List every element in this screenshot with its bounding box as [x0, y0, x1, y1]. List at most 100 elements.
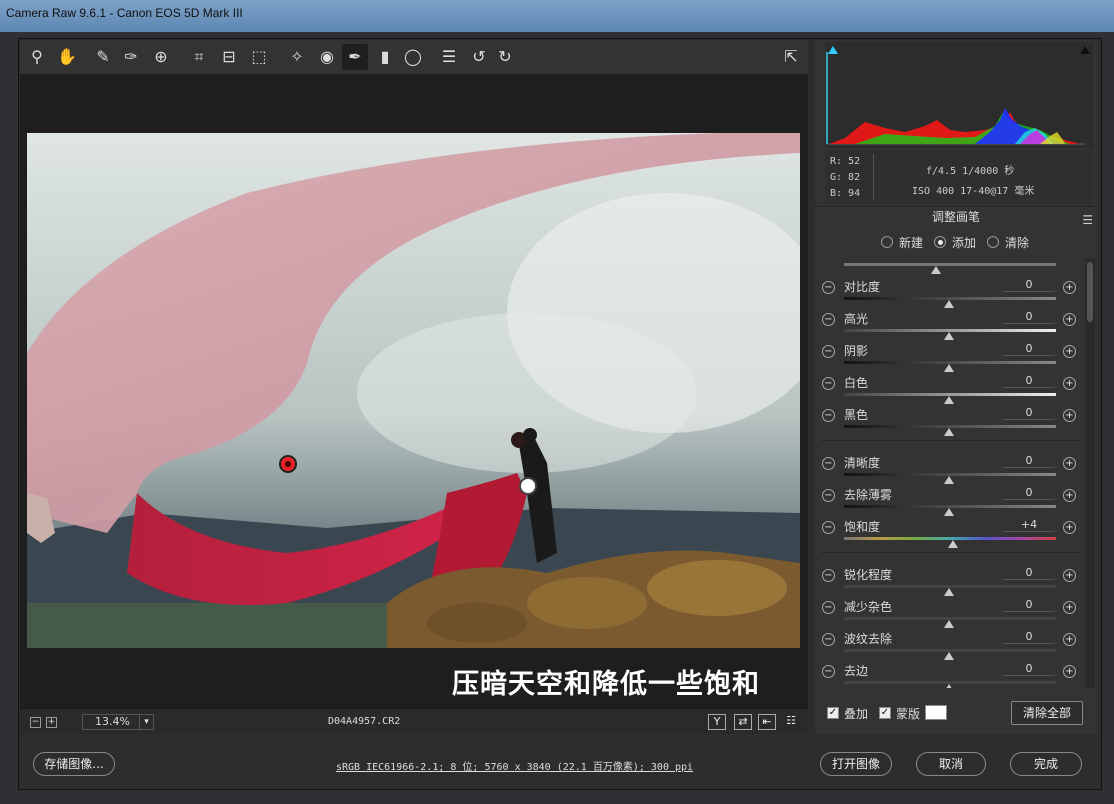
slider-knob[interactable] — [944, 428, 954, 436]
zoom-icon[interactable]: ⚲ — [24, 44, 50, 70]
toggle-settings-icon[interactable]: ☷ — [782, 714, 800, 730]
decrease-button[interactable]: − — [822, 521, 835, 534]
slider-value[interactable]: 0 — [1003, 406, 1055, 420]
increase-button[interactable]: + — [1063, 633, 1076, 646]
before-after-icon[interactable]: Y — [708, 714, 726, 730]
decrease-button[interactable]: − — [822, 569, 835, 582]
slider-value[interactable]: 0 — [1003, 342, 1055, 356]
decrease-button[interactable]: − — [822, 313, 835, 326]
readout — [825, 150, 1093, 206]
zoom-in-button[interactable]: + — [46, 717, 57, 728]
slider-row-defringe: − 去边 0 + — [815, 658, 1085, 688]
mask-checkbox[interactable]: ✓ — [879, 707, 891, 719]
increase-button[interactable]: + — [1063, 345, 1076, 358]
brush-pin-icon[interactable] — [279, 455, 297, 473]
slider-row-sharpness: − 锐化程度 0 + — [815, 562, 1085, 596]
hand-icon[interactable]: ✋ — [54, 44, 80, 70]
done-button[interactable]: 完成 — [1010, 752, 1082, 776]
increase-button[interactable]: + — [1063, 457, 1076, 470]
slider-value[interactable]: 0 — [1003, 566, 1055, 580]
slider-value[interactable]: 0 — [1003, 486, 1055, 500]
rotate-left-icon[interactable]: ↺ — [466, 44, 492, 70]
histogram — [825, 42, 1093, 148]
clear-all-button[interactable]: 清除全部 — [1011, 701, 1083, 725]
mode-clear-label: 清除 — [1005, 236, 1030, 250]
slider-value[interactable]: 0 — [1003, 374, 1055, 388]
cancel-button[interactable]: 取消 — [916, 752, 986, 776]
decrease-button[interactable]: − — [822, 377, 835, 390]
copy-settings-icon[interactable]: ⇤ — [758, 714, 776, 730]
panel-title-text: 调整画笔 — [931, 210, 980, 224]
increase-button[interactable]: + — [1063, 665, 1076, 678]
slider-row-highlights: − 高光 0 + — [815, 306, 1085, 340]
filename: D04A4957.CR2 — [328, 716, 401, 727]
fullscreen-icon[interactable]: ⇱ — [778, 44, 804, 70]
title-bar: Camera Raw 9.6.1 - Canon EOS 5D Mark III — [0, 0, 1114, 32]
slider-label: 去边 — [844, 664, 869, 678]
increase-button[interactable]: + — [1063, 601, 1076, 614]
decrease-button[interactable]: − — [822, 489, 835, 502]
straighten-icon[interactable]: ⊟ — [216, 44, 242, 70]
slider-value[interactable]: 0 — [1003, 454, 1055, 468]
decrease-button[interactable]: − — [822, 665, 835, 678]
increase-button[interactable]: + — [1063, 569, 1076, 582]
mode-clear-radio[interactable] — [987, 236, 999, 248]
scrollbar-thumb[interactable] — [1087, 262, 1093, 322]
overlay-checkbox[interactable]: ✓ — [827, 707, 839, 719]
decrease-button[interactable]: − — [822, 281, 835, 294]
graduated-filter-icon[interactable]: ▮ — [372, 44, 398, 70]
mode-add-label: 添加 — [952, 236, 977, 250]
increase-button[interactable]: + — [1063, 377, 1076, 390]
mask-color-swatch[interactable] — [925, 705, 947, 720]
increase-button[interactable]: + — [1063, 409, 1076, 422]
zoom-select[interactable]: 13.4% ▾ — [82, 714, 154, 730]
decrease-button[interactable]: − — [822, 409, 835, 422]
transform-icon[interactable]: ⬚ — [246, 44, 272, 70]
increase-button[interactable]: + — [1063, 281, 1076, 294]
readout-g: G: 82 — [830, 172, 861, 183]
slider-row-noise: − 减少杂色 0 + — [815, 594, 1085, 628]
zoom-out-button[interactable]: − — [30, 717, 41, 728]
slider-row-moire: − 波纹去除 0 + — [815, 626, 1085, 660]
exif-iso-lens: ISO 400 17-40@17 毫米 — [912, 186, 1035, 197]
mode-new-radio[interactable] — [881, 236, 893, 248]
red-eye-icon[interactable]: ◉ — [314, 44, 340, 70]
decrease-button[interactable]: − — [822, 457, 835, 470]
decrease-button[interactable]: − — [822, 633, 835, 646]
spot-removal-icon[interactable]: ✧ — [284, 44, 310, 70]
mode-add-radio[interactable] — [934, 236, 946, 248]
target-adjust-icon[interactable]: ⊕ — [148, 44, 174, 70]
slider-value[interactable]: 0 — [1003, 630, 1055, 644]
slider-value[interactable]: 0 — [1003, 278, 1055, 292]
color-sampler-icon[interactable]: ✑ — [118, 44, 144, 70]
crop-icon[interactable]: ⌗ — [186, 44, 212, 70]
slider-value[interactable]: 0 — [1003, 598, 1055, 612]
swap-settings-icon[interactable]: ⇄ — [734, 714, 752, 730]
slider-knob[interactable] — [944, 684, 954, 688]
save-image-button[interactable]: 存储图像... — [33, 752, 115, 776]
status-bar: − + 13.4% ▾ D04A4957.CR2 Y ⇄ ⇤ ☷ — [20, 708, 808, 734]
slider-row-whites: − 白色 0 + — [815, 370, 1085, 404]
rotate-right-icon[interactable]: ↻ — [492, 44, 518, 70]
white-balance-icon[interactable]: ✎ — [90, 44, 116, 70]
increase-button[interactable]: + — [1063, 489, 1076, 502]
increase-button[interactable]: + — [1063, 313, 1076, 326]
decrease-button[interactable]: − — [822, 345, 835, 358]
zoom-level: 13.4% — [95, 715, 130, 728]
open-image-button[interactable]: 打开图像 — [820, 752, 892, 776]
image-caption: 压暗天空和降低一些饱和 — [452, 669, 760, 700]
preview-image[interactable] — [27, 133, 800, 648]
slider-knob[interactable] — [948, 540, 958, 548]
preferences-icon[interactable]: ☰ — [436, 44, 462, 70]
readout-b: B: 94 — [830, 188, 861, 199]
panel-scrollbar[interactable] — [1085, 258, 1095, 688]
panel-menu-icon[interactable]: ☰ — [1082, 210, 1093, 230]
slider-value[interactable]: +4 — [1003, 518, 1055, 532]
adjustment-brush-icon[interactable]: ✒ — [342, 44, 368, 70]
decrease-button[interactable]: − — [822, 601, 835, 614]
increase-button[interactable]: + — [1063, 521, 1076, 534]
workflow-options-link[interactable]: sRGB IEC61966-2.1; 8 位; 5760 x 3840 (22.… — [336, 758, 693, 773]
slider-value[interactable]: 0 — [1003, 662, 1055, 676]
slider-value[interactable]: 0 — [1003, 310, 1055, 324]
radial-filter-icon[interactable]: ◯ — [400, 44, 426, 70]
